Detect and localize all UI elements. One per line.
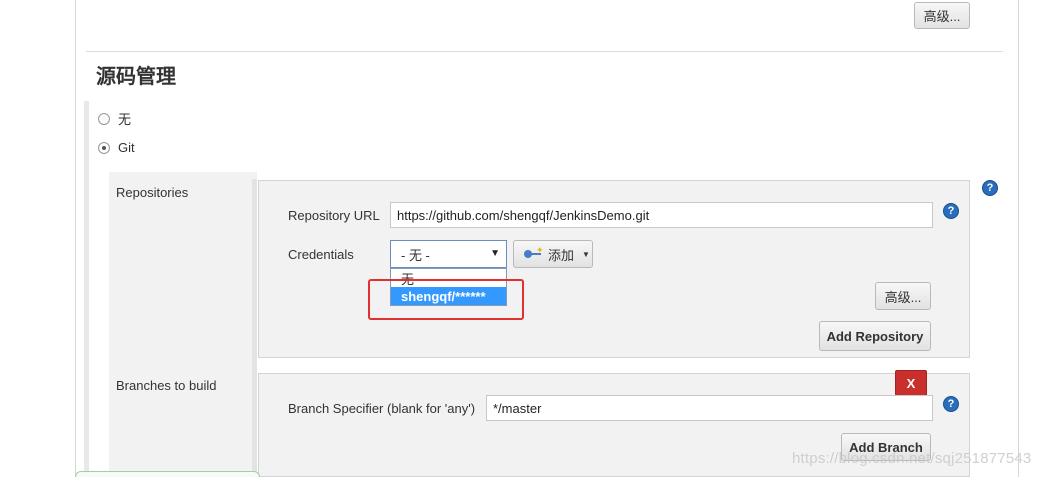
section-title: 源码管理	[96, 66, 176, 88]
repository-url-input[interactable]: https://github.com/shengqf/JenkinsDemo.g…	[390, 202, 933, 228]
branch-specifier-label: Branch Specifier (blank for 'any')	[288, 401, 476, 416]
chevron-down-icon: ▼	[582, 249, 590, 259]
credentials-label: Credentials	[288, 247, 354, 262]
dropdown-arrow-icon: ▼	[490, 248, 500, 259]
bottom-tab	[75, 471, 260, 477]
repository-url-help-icon[interactable]: ?	[943, 203, 959, 219]
repository-url-label: Repository URL	[288, 208, 380, 223]
delete-branch-button[interactable]: X	[895, 370, 927, 396]
add-repository-button[interactable]: Add Repository	[819, 321, 931, 351]
radio-git-label: Git	[118, 140, 135, 155]
section-rail	[84, 101, 89, 477]
git-config-rail	[252, 179, 257, 477]
credentials-selected-value: - 无 -	[401, 247, 430, 263]
add-credentials-button[interactable]: ✦ 添加 ▼	[513, 240, 593, 268]
branches-label: Branches to build	[116, 378, 217, 393]
top-advanced-button[interactable]: 高级...	[914, 2, 970, 29]
branch-specifier-help-icon[interactable]: ?	[943, 396, 959, 412]
annotation-highlight-box	[368, 279, 524, 320]
section-separator	[86, 51, 1003, 52]
radio-git[interactable]	[98, 141, 110, 154]
git-config-area	[109, 172, 257, 477]
branch-specifier-input[interactable]: */master	[486, 395, 933, 421]
key-icon: ✦	[524, 245, 544, 259]
scm-option-git[interactable]: Git	[98, 140, 135, 155]
radio-none-label: 无	[118, 112, 132, 127]
repositories-label: Repositories	[116, 185, 189, 200]
watermark: https://blog.csdn.net/sqj251877543	[792, 450, 1032, 467]
scm-option-none[interactable]: 无	[98, 109, 131, 128]
add-credentials-label: 添加	[548, 247, 575, 263]
repository-advanced-button[interactable]: 高级...	[875, 282, 931, 310]
repositories-help-icon[interactable]: ?	[982, 180, 998, 196]
radio-none[interactable]	[98, 112, 110, 125]
credentials-select[interactable]: - 无 - ▼	[390, 240, 507, 268]
